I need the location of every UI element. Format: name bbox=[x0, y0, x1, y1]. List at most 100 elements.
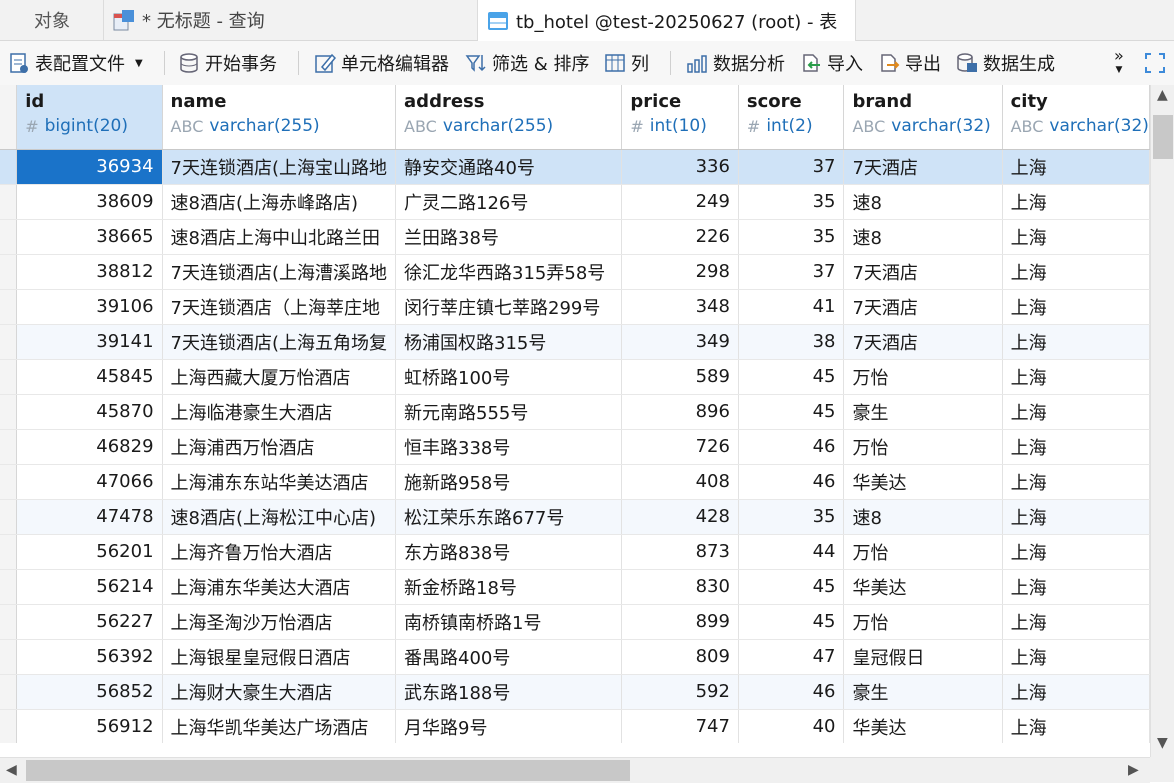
cell-address[interactable]: 恒丰路338号 bbox=[395, 429, 623, 465]
row-gutter[interactable] bbox=[0, 499, 18, 535]
cell-address[interactable]: 兰田路38号 bbox=[395, 219, 623, 255]
column-header-price[interactable]: price # int(10) bbox=[621, 85, 739, 150]
column-header-address[interactable]: address ABC varchar(255) bbox=[395, 85, 623, 150]
cell-price[interactable]: 336 bbox=[621, 149, 739, 185]
cell-brand[interactable]: 豪生 bbox=[843, 394, 1003, 430]
row-gutter[interactable] bbox=[0, 464, 18, 500]
data-generation-button[interactable]: 数据生成 bbox=[956, 41, 1055, 85]
cell-name[interactable]: 速8酒店上海中山北路兰田 bbox=[162, 219, 397, 255]
cell-name[interactable]: 上海圣淘沙万怡酒店 bbox=[162, 604, 397, 640]
cell-brand[interactable]: 万怡 bbox=[843, 604, 1003, 640]
cell-brand[interactable]: 7天酒店 bbox=[843, 254, 1003, 290]
cell-city[interactable]: 上海 bbox=[1002, 219, 1150, 255]
cell-brand[interactable]: 皇冠假日 bbox=[843, 639, 1003, 675]
cell-id[interactable]: 47478 bbox=[16, 499, 163, 535]
row-gutter[interactable] bbox=[0, 639, 18, 675]
cell-id[interactable]: 45845 bbox=[16, 359, 163, 395]
row-gutter[interactable] bbox=[0, 569, 18, 605]
cell-city[interactable]: 上海 bbox=[1002, 569, 1150, 605]
cell-score[interactable]: 37 bbox=[738, 254, 845, 290]
cell-id[interactable]: 56392 bbox=[16, 639, 163, 675]
cell-name[interactable]: 上海银星皇冠假日酒店 bbox=[162, 639, 397, 675]
cell-price[interactable]: 896 bbox=[621, 394, 739, 430]
cell-price[interactable]: 899 bbox=[621, 604, 739, 640]
cell-score[interactable]: 46 bbox=[738, 674, 845, 710]
row-gutter[interactable] bbox=[0, 324, 18, 360]
cell-id[interactable]: 47066 bbox=[16, 464, 163, 500]
tab-objects[interactable]: 对象 bbox=[0, 0, 104, 40]
cell-address[interactable]: 杨浦国权路315号 bbox=[395, 324, 623, 360]
cell-id[interactable]: 45870 bbox=[16, 394, 163, 430]
cell-price[interactable]: 249 bbox=[621, 184, 739, 220]
cell-price[interactable]: 348 bbox=[621, 289, 739, 325]
cell-address[interactable]: 广灵二路126号 bbox=[395, 184, 623, 220]
table-row[interactable]: 56912 上海华凯华美达广场酒店 月华路9号 747 40 华美达 上海 bbox=[0, 709, 1150, 743]
cell-brand[interactable]: 华美达 bbox=[843, 464, 1003, 500]
table-row[interactable]: 39106 7天连锁酒店（上海莘庄地 闵行莘庄镇七莘路299号 348 41 7天酒店 上海 bbox=[0, 289, 1150, 325]
cell-id[interactable]: 56201 bbox=[16, 534, 163, 570]
cell-price[interactable]: 589 bbox=[621, 359, 739, 395]
table-row[interactable]: 45870 上海临港豪生大酒店 新元南路555号 896 45 豪生 上海 bbox=[0, 394, 1150, 430]
cell-score[interactable]: 37 bbox=[738, 149, 845, 185]
more-button[interactable]: » ▼ bbox=[1114, 41, 1124, 85]
cell-brand[interactable]: 华美达 bbox=[843, 569, 1003, 605]
cell-city[interactable]: 上海 bbox=[1002, 184, 1150, 220]
cell-city[interactable]: 上海 bbox=[1002, 709, 1150, 743]
table-row[interactable]: 56392 上海银星皇冠假日酒店 番禺路400号 809 47 皇冠假日 上海 bbox=[0, 639, 1150, 675]
cell-brand[interactable]: 7天酒店 bbox=[843, 324, 1003, 360]
cell-id[interactable]: 46829 bbox=[16, 429, 163, 465]
horizontal-scroll-thumb[interactable] bbox=[26, 760, 630, 781]
row-gutter[interactable] bbox=[0, 429, 18, 465]
cell-score[interactable]: 45 bbox=[738, 569, 845, 605]
cell-score[interactable]: 44 bbox=[738, 534, 845, 570]
table-row[interactable]: 56214 上海浦东华美达大酒店 新金桥路18号 830 45 华美达 上海 bbox=[0, 569, 1150, 605]
cell-city[interactable]: 上海 bbox=[1002, 359, 1150, 395]
cell-name[interactable]: 速8酒店(上海松江中心店) bbox=[162, 499, 397, 535]
cell-name[interactable]: 上海西藏大厦万怡酒店 bbox=[162, 359, 397, 395]
cell-score[interactable]: 45 bbox=[738, 394, 845, 430]
cell-address[interactable]: 虹桥路100号 bbox=[395, 359, 623, 395]
cell-price[interactable]: 592 bbox=[621, 674, 739, 710]
cell-price[interactable]: 726 bbox=[621, 429, 739, 465]
cell-city[interactable]: 上海 bbox=[1002, 499, 1150, 535]
cell-brand[interactable]: 速8 bbox=[843, 219, 1003, 255]
cell-name[interactable]: 速8酒店(上海赤峰路店) bbox=[162, 184, 397, 220]
cell-id[interactable]: 39106 bbox=[16, 289, 163, 325]
column-header-id[interactable]: id # bigint(20) bbox=[16, 85, 163, 150]
cell-score[interactable]: 35 bbox=[738, 499, 845, 535]
cell-city[interactable]: 上海 bbox=[1002, 639, 1150, 675]
cell-id[interactable]: 56912 bbox=[16, 709, 163, 743]
cell-score[interactable]: 45 bbox=[738, 604, 845, 640]
cell-name[interactable]: 上海浦东东站华美达酒店 bbox=[162, 464, 397, 500]
cell-price[interactable]: 873 bbox=[621, 534, 739, 570]
scroll-up-icon[interactable]: ▲ bbox=[1157, 87, 1168, 103]
horizontal-scrollbar[interactable]: ◀ ▶ bbox=[0, 757, 1150, 783]
column-header-name[interactable]: name ABC varchar(255) bbox=[162, 85, 397, 150]
cell-id[interactable]: 56214 bbox=[16, 569, 163, 605]
cell-address[interactable]: 番禺路400号 bbox=[395, 639, 623, 675]
filter-sort-button[interactable]: 筛选 & 排序 bbox=[465, 41, 589, 85]
vertical-scroll-thumb[interactable] bbox=[1153, 115, 1173, 159]
cell-score[interactable]: 38 bbox=[738, 324, 845, 360]
table-row[interactable]: 38665 速8酒店上海中山北路兰田 兰田路38号 226 35 速8 上海 bbox=[0, 219, 1150, 255]
export-button[interactable]: 导出 bbox=[878, 41, 941, 85]
cell-score[interactable]: 47 bbox=[738, 639, 845, 675]
row-gutter[interactable] bbox=[0, 149, 18, 185]
column-header-brand[interactable]: brand ABC varchar(32) bbox=[843, 85, 1003, 150]
table-row[interactable]: 38812 7天连锁酒店(上海漕溪路地 徐汇龙华西路315弄58号 298 37 7天酒店… bbox=[0, 254, 1150, 290]
cell-name[interactable]: 上海浦西万怡酒店 bbox=[162, 429, 397, 465]
cell-city[interactable]: 上海 bbox=[1002, 464, 1150, 500]
cell-city[interactable]: 上海 bbox=[1002, 324, 1150, 360]
cell-id[interactable]: 36934 bbox=[16, 149, 163, 185]
cell-address[interactable]: 东方路838号 bbox=[395, 534, 623, 570]
cell-brand[interactable]: 速8 bbox=[843, 499, 1003, 535]
cell-city[interactable]: 上海 bbox=[1002, 674, 1150, 710]
cell-city[interactable]: 上海 bbox=[1002, 289, 1150, 325]
cell-score[interactable]: 35 bbox=[738, 219, 845, 255]
cell-id[interactable]: 56852 bbox=[16, 674, 163, 710]
cell-price[interactable]: 747 bbox=[621, 709, 739, 743]
table-row[interactable]: 36934 7天连锁酒店(上海宝山路地 静安交通路40号 336 37 7天酒店 上海 bbox=[0, 149, 1150, 185]
cell-city[interactable]: 上海 bbox=[1002, 254, 1150, 290]
cell-brand[interactable]: 万怡 bbox=[843, 429, 1003, 465]
cell-name[interactable]: 上海临港豪生大酒店 bbox=[162, 394, 397, 430]
